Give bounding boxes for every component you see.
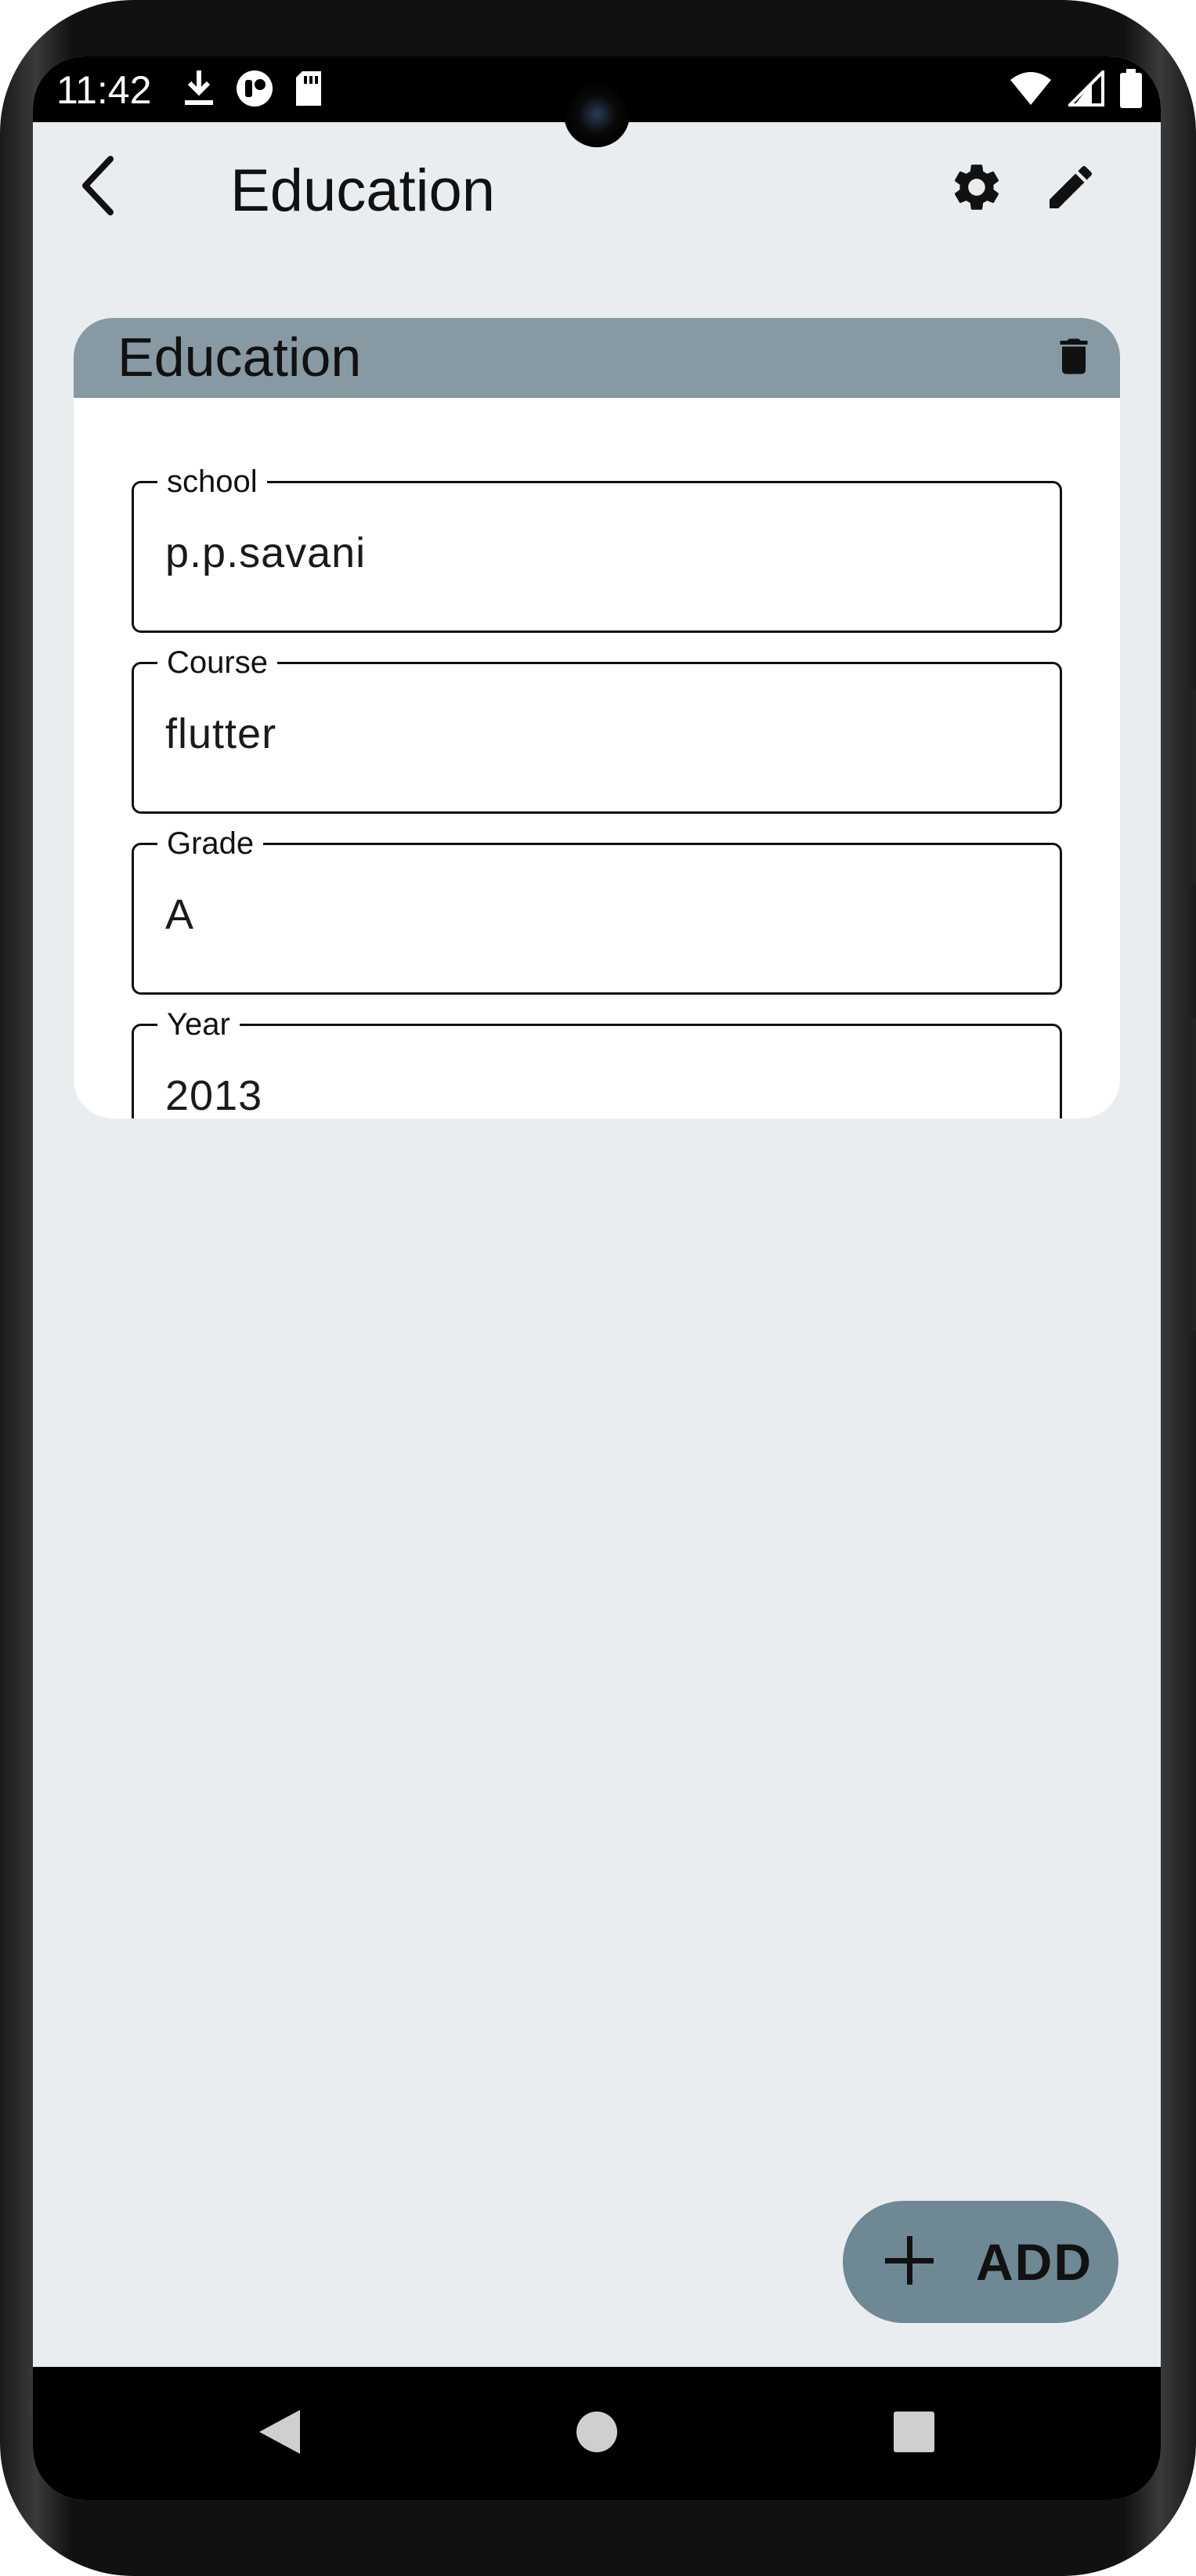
volume-button: [1188, 689, 1196, 885]
school-field[interactable]: school p.p.savani: [132, 460, 1062, 633]
card-title: Education: [117, 327, 362, 388]
year-field-label: Year: [157, 1003, 240, 1046]
sd-card-icon: [293, 70, 324, 111]
nav-home-button[interactable]: [562, 2398, 632, 2469]
nav-recents-button[interactable]: [879, 2398, 949, 2469]
record-icon: [235, 69, 274, 112]
status-time: 11:42: [56, 68, 152, 112]
nav-back-button[interactable]: [244, 2398, 315, 2469]
school-field-label: school: [157, 460, 267, 504]
download-icon: [182, 69, 216, 112]
pencil-icon: [1042, 159, 1099, 219]
delete-button[interactable]: [1045, 329, 1103, 387]
status-icons-left: [182, 69, 324, 112]
edit-button[interactable]: [1035, 154, 1106, 224]
triangle-back-icon: [258, 2408, 302, 2459]
settings-button[interactable]: [941, 154, 1012, 224]
power-button: [1188, 1018, 1196, 1331]
year-field[interactable]: Year 2013: [132, 1003, 1062, 1118]
plus-icon: [882, 2233, 937, 2292]
back-button[interactable]: [64, 152, 135, 222]
gear-icon: [948, 159, 1005, 219]
battery-icon: [1120, 69, 1142, 112]
education-card: Education school p.p.savani Course flutt…: [74, 318, 1120, 1118]
front-camera: [564, 81, 630, 147]
page-title: Education: [230, 157, 496, 224]
card-header: Education: [74, 318, 1120, 398]
trash-icon: [1050, 330, 1097, 387]
navigation-bar: [33, 2367, 1161, 2500]
course-field[interactable]: Course flutter: [132, 641, 1062, 814]
wifi-icon: [1009, 70, 1053, 110]
year-field-value: 2013: [165, 1072, 263, 1118]
school-field-value: p.p.savani: [165, 529, 367, 576]
screen: 11:42 Education Education school p.p.sav…: [33, 56, 1161, 2500]
grade-field[interactable]: Grade A: [132, 822, 1062, 995]
grade-field-label: Grade: [157, 822, 264, 865]
grade-field-value: A: [165, 891, 195, 938]
add-button[interactable]: ADD: [843, 2201, 1118, 2323]
status-icons-right: [1009, 68, 1142, 112]
signal-icon: [1066, 68, 1104, 110]
phone-frame: 11:42 Education Education school p.p.sav…: [0, 0, 1196, 2576]
add-button-label: ADD: [976, 2233, 1093, 2291]
chevron-left-icon: [76, 154, 123, 221]
circle-home-icon: [575, 2410, 619, 2458]
course-field-label: Course: [157, 641, 277, 685]
course-field-value: flutter: [165, 710, 277, 757]
square-recents-icon: [892, 2410, 936, 2458]
